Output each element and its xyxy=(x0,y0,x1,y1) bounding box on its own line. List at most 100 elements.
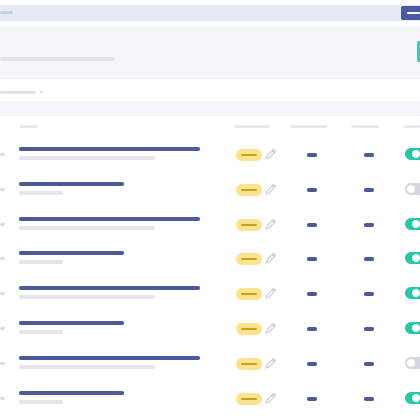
row-toggle[interactable] xyxy=(405,252,420,264)
status-text-placeholder xyxy=(241,258,257,260)
page-header xyxy=(0,26,420,79)
column-header-status[interactable] xyxy=(234,125,270,128)
row-handle xyxy=(0,327,5,330)
row-handle xyxy=(0,223,5,226)
row-handle xyxy=(0,397,5,400)
row-title[interactable] xyxy=(19,286,200,290)
row-metric-1 xyxy=(307,362,317,366)
column-header-metric-2[interactable] xyxy=(351,125,379,128)
table-row[interactable] xyxy=(0,321,420,351)
toggle-knob xyxy=(412,254,420,262)
row-handle xyxy=(0,188,5,191)
status-badge xyxy=(236,149,262,161)
row-metric-2 xyxy=(364,362,374,366)
row-toggle[interactable] xyxy=(405,148,420,160)
table-row[interactable] xyxy=(0,182,420,212)
status-text-placeholder xyxy=(241,328,257,330)
row-metric-2 xyxy=(364,153,374,157)
status-text-placeholder xyxy=(241,363,257,365)
filter-dropdown[interactable]: ⌄ xyxy=(0,86,60,98)
row-subtitle xyxy=(19,295,155,299)
row-metric-2 xyxy=(364,292,374,296)
table-row[interactable] xyxy=(0,356,420,386)
row-title[interactable] xyxy=(19,147,200,151)
column-header-band xyxy=(0,101,420,116)
toggle-knob xyxy=(407,185,415,193)
row-metric-2 xyxy=(364,257,374,261)
pencil-icon[interactable] xyxy=(264,357,277,370)
row-subtitle xyxy=(19,400,63,404)
pencil-icon[interactable] xyxy=(264,322,277,335)
status-text-placeholder xyxy=(241,224,257,226)
status-badge xyxy=(236,253,262,265)
status-badge xyxy=(236,393,262,405)
row-subtitle xyxy=(19,330,63,334)
status-badge xyxy=(236,219,262,231)
primary-action-button[interactable] xyxy=(401,6,420,20)
row-toggle[interactable] xyxy=(405,287,420,299)
column-header-active[interactable] xyxy=(404,125,420,128)
row-handle xyxy=(0,257,5,260)
toggle-knob xyxy=(412,394,420,402)
row-subtitle xyxy=(19,365,155,369)
toggle-knob xyxy=(412,220,420,228)
toggle-knob xyxy=(412,289,420,297)
row-metric-1 xyxy=(307,153,317,157)
breadcrumb[interactable] xyxy=(0,11,13,14)
row-metric-1 xyxy=(307,223,317,227)
toggle-knob xyxy=(407,359,415,367)
button-label-placeholder xyxy=(407,12,420,14)
row-toggle[interactable] xyxy=(405,357,420,369)
row-subtitle xyxy=(19,191,63,195)
row-metric-1 xyxy=(307,257,317,261)
row-title[interactable] xyxy=(19,356,200,360)
status-badge xyxy=(236,288,262,300)
pencil-icon[interactable] xyxy=(264,252,277,265)
row-title[interactable] xyxy=(19,251,124,255)
status-badge xyxy=(236,184,262,196)
row-metric-1 xyxy=(307,327,317,331)
row-metric-2 xyxy=(364,327,374,331)
row-metric-1 xyxy=(307,292,317,296)
row-toggle[interactable] xyxy=(405,183,420,195)
row-handle xyxy=(0,292,5,295)
pencil-icon[interactable] xyxy=(264,218,277,231)
table-row[interactable] xyxy=(0,251,420,281)
toggle-knob xyxy=(412,324,420,332)
row-handle xyxy=(0,153,5,156)
page-subtitle xyxy=(0,57,115,61)
toggle-knob xyxy=(412,150,420,158)
row-handle xyxy=(0,362,5,365)
row-title[interactable] xyxy=(19,391,124,395)
pencil-icon[interactable] xyxy=(264,287,277,300)
top-bar xyxy=(0,5,420,21)
row-title[interactable] xyxy=(19,217,200,221)
status-badge xyxy=(236,323,262,335)
column-header-metric-1[interactable] xyxy=(290,125,327,128)
row-subtitle xyxy=(19,156,155,160)
row-metric-1 xyxy=(307,188,317,192)
row-title[interactable] xyxy=(19,321,124,325)
row-title[interactable] xyxy=(19,182,124,186)
row-subtitle xyxy=(19,260,63,264)
table-row[interactable] xyxy=(0,217,420,247)
column-header-name[interactable] xyxy=(19,125,38,128)
chevron-down-icon: ⌄ xyxy=(38,86,45,95)
row-toggle[interactable] xyxy=(405,392,420,404)
status-text-placeholder xyxy=(241,154,257,156)
row-metric-2 xyxy=(364,397,374,401)
status-text-placeholder xyxy=(241,398,257,400)
table-row[interactable] xyxy=(0,391,420,420)
pencil-icon[interactable] xyxy=(264,392,277,405)
row-toggle[interactable] xyxy=(405,218,420,230)
row-subtitle xyxy=(19,226,155,230)
row-metric-1 xyxy=(307,397,317,401)
table-row[interactable] xyxy=(0,147,420,177)
pencil-icon[interactable] xyxy=(264,148,277,161)
row-toggle[interactable] xyxy=(405,322,420,334)
pencil-icon[interactable] xyxy=(264,183,277,196)
status-text-placeholder xyxy=(241,293,257,295)
row-metric-2 xyxy=(364,223,374,227)
table-row[interactable] xyxy=(0,286,420,316)
row-metric-2 xyxy=(364,188,374,192)
